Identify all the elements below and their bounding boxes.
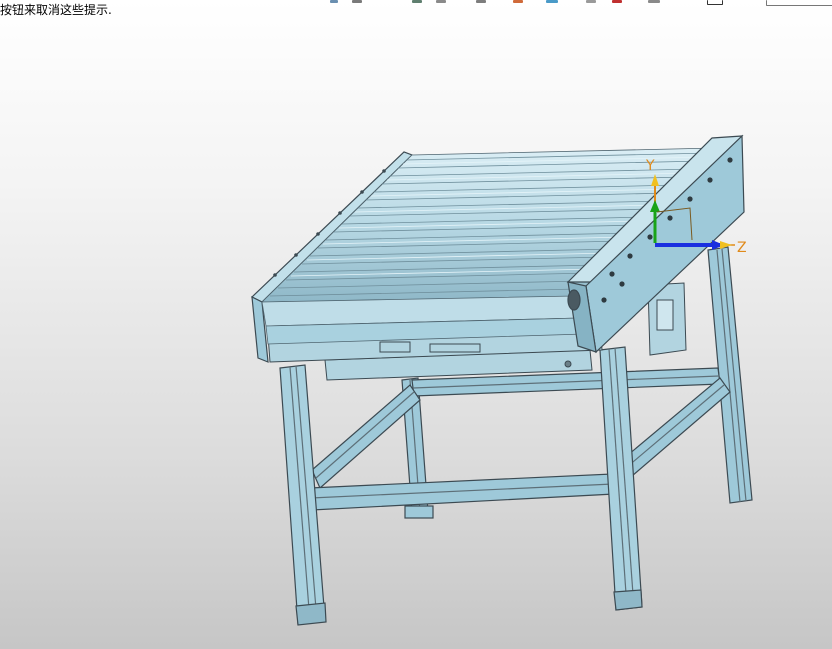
z-axis-label: Z (737, 240, 747, 256)
3d-viewport[interactable]: Y Z (0, 0, 832, 649)
lower-frame (309, 367, 731, 519)
y-axis-label: Y (645, 158, 655, 174)
